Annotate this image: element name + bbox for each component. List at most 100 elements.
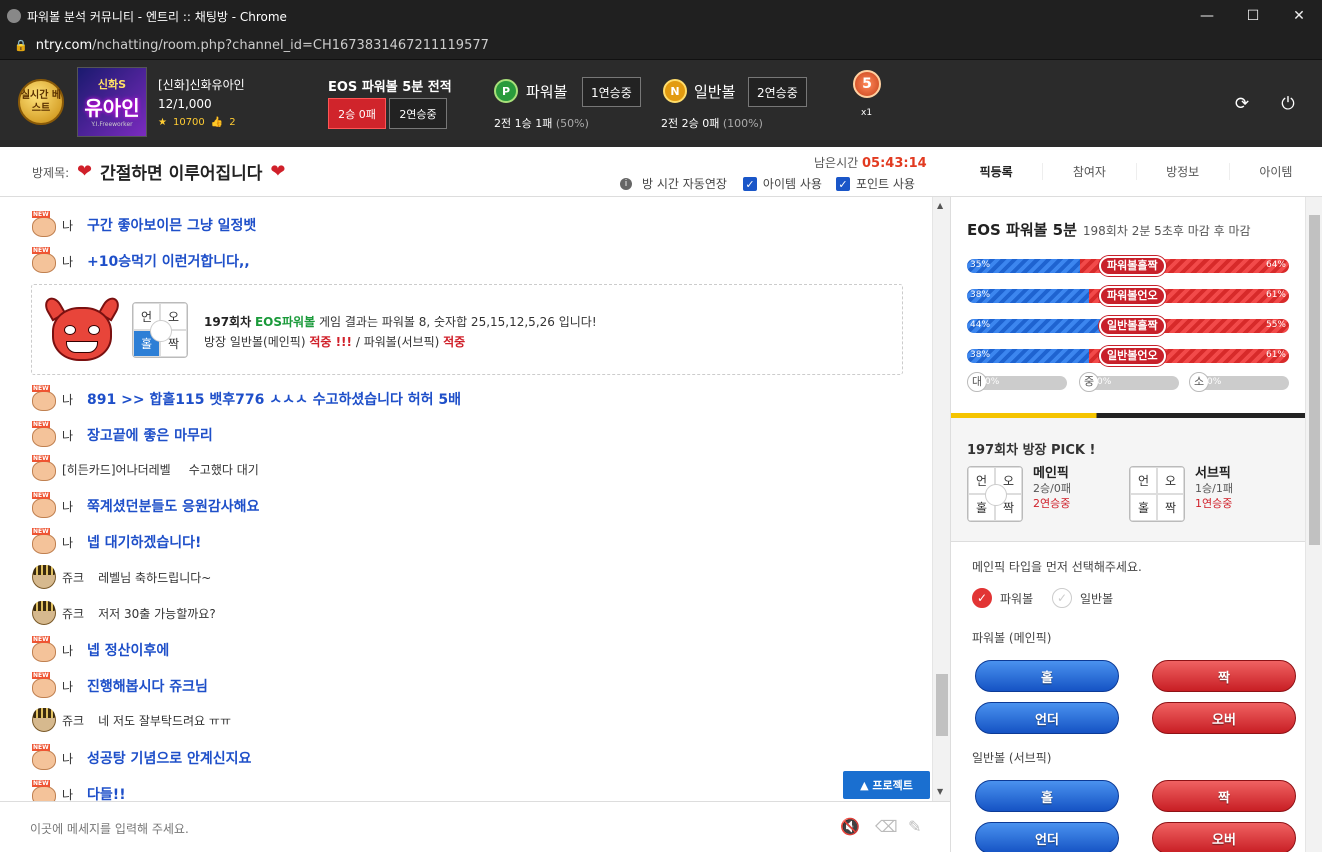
message-author: 나 <box>62 535 74 550</box>
result-main-pick: 방장 일반볼(메인픽) <box>204 335 306 349</box>
message-author: 나 <box>62 499 74 514</box>
chat-scroll-thumb[interactable] <box>936 674 948 736</box>
size-small-pct: 0% <box>1207 377 1222 387</box>
power-icon[interactable]: ⏻ <box>1277 93 1299 115</box>
message-text: 레벨님 축하드립니다~ <box>98 570 212 585</box>
pick-form: 메인픽 타입을 먼저 선택해주세요. ✓ 파워볼 ✓ 일반볼 파워볼 (메인픽) 홀… <box>951 542 1306 852</box>
sub-pick-record: 1승/1패 <box>1195 482 1233 495</box>
message-text: 수고했다 대기 <box>188 462 259 477</box>
point-use-label[interactable]: 포인트 사용 <box>856 175 915 192</box>
message-text: 넵 대기하겠습니다! <box>87 535 202 551</box>
size-large-pct: 0% <box>985 377 1000 387</box>
ratio-label: 일반볼언오 <box>1099 346 1166 366</box>
magic-wand-icon[interactable]: ✎ <box>908 817 921 836</box>
auto-extend-label[interactable]: 방 시간 자동연장 <box>642 175 727 192</box>
powerball-title: 파워볼 <box>526 83 568 101</box>
refresh-icon[interactable]: ⟳ <box>1231 93 1253 115</box>
user-avatar-icon: NEW <box>32 421 56 447</box>
powerball-under-button[interactable]: 언더 <box>975 702 1119 734</box>
tab-participants[interactable]: 참여자 <box>1042 163 1135 180</box>
eos-stats-title: EOS 파워볼 5분 198회차 2분 5초후 마감 후 마감 <box>967 219 1251 240</box>
chat-message: NEW 나 891 >> 합홀115 뱃후776 ㅅㅅㅅ 수고하셨습니다 허허 5배 <box>32 385 461 412</box>
radio-normalball[interactable]: ✓ 일반볼 <box>1052 588 1113 608</box>
chat-message: NEW 나 성공탕 기념으로 안계신지요 <box>32 744 251 771</box>
powerball-odd-button[interactable]: 홀 <box>975 660 1119 692</box>
size-medium-bar: 중 0% <box>1079 372 1179 392</box>
radio-powerball[interactable]: ✓ 파워볼 <box>972 588 1033 608</box>
normalball-record-text: 2전 2승 0패 <box>661 117 720 130</box>
powerball-coin-icon: P <box>494 79 518 103</box>
chat-log[interactable]: NEW 나 구간 좋아보이믄 그냥 일정뱃 NEW 나 +10승먹기 이런거합니다,, … <box>0 197 932 801</box>
thumbs-up-icon: 👍 <box>210 117 224 128</box>
time-left: 남은시간 05:43:14 <box>814 154 927 171</box>
message-input-bar[interactable]: 이곳에 메세지를 입력해 주세요. 🔇 ⌫ ✎ <box>0 801 950 852</box>
message-text: 네 저도 잘부탁드려요 ㅠㅠ <box>98 713 231 728</box>
normalball-over-button[interactable]: 오버 <box>1152 822 1296 852</box>
devil-mascot-icon <box>41 294 123 365</box>
powerball-over-button[interactable]: 오버 <box>1152 702 1296 734</box>
message-author: 쥬크 <box>62 570 85 585</box>
info-icon: i <box>620 177 632 190</box>
user-avatar-icon: NEW <box>32 385 56 411</box>
scroll-up-icon[interactable]: ▲ <box>937 201 943 210</box>
normalball-streak: 2연승중 <box>748 77 807 107</box>
normalball-under-button[interactable]: 언더 <box>975 822 1119 852</box>
normalball-odd-button[interactable]: 홀 <box>975 780 1119 812</box>
host-pick-title: 197회차 방장 PICK ! <box>967 443 1096 458</box>
normalball-title: 일반볼 <box>694 83 736 101</box>
chat-message: NEW [히든카드]어나더레벨 수고했다 대기 <box>32 455 259 482</box>
chat-message: NEW 나 다들!! <box>32 780 126 801</box>
tab-pick[interactable]: 픽등록 <box>950 163 1042 180</box>
normalball-even-button[interactable]: 짝 <box>1152 780 1296 812</box>
avatar-line1: 신화S <box>97 78 127 91</box>
address-bar[interactable]: 🔒 ntry.com/nchatting/room.php?channel_id… <box>0 32 1322 60</box>
user-avatar-icon: NEW <box>32 672 56 698</box>
panel-scrollbar[interactable] <box>1305 197 1322 852</box>
scroll-down-icon[interactable]: ▼ <box>937 787 943 796</box>
result-round: 197회차 <box>204 315 252 329</box>
room-options: i 방 시간 자동연장 ✓ 아이템 사용 ✓ 포인트 사용 <box>620 175 915 192</box>
eraser-icon[interactable]: ⌫ <box>875 817 898 836</box>
minimize-button[interactable]: — <box>1184 0 1230 32</box>
result-text: 197회차 EOS파워볼 게임 결과는 파워볼 8, 숫자합 25,15,12,… <box>204 312 597 352</box>
main-pick-record: 2승/0패 <box>1033 482 1071 495</box>
medal-number: 5 <box>853 70 881 98</box>
mute-icon[interactable]: 🔇 <box>840 817 860 836</box>
tab-room-info[interactable]: 방정보 <box>1135 163 1229 180</box>
chat-message: 쥬크 레벨님 축하드립니다~ <box>32 564 211 590</box>
avatar-line3: Y.I.Freeworker <box>91 121 133 128</box>
grid-odd: 홀 <box>1130 494 1157 521</box>
size-small-bar: 소 0% <box>1189 372 1289 392</box>
message-input[interactable]: 이곳에 메세지를 입력해 주세요. <box>30 820 189 837</box>
ratio-right: 61% <box>1265 350 1286 360</box>
chat-scrollbar[interactable]: ▲ ▼ <box>932 197 950 801</box>
chat-message: NEW 나 쭉계셨던분들도 응원감사해요 <box>32 492 259 519</box>
room-title-text: 간절하면 이루어집니다 <box>100 164 263 184</box>
project-button[interactable]: ▲ 프로젝트 <box>843 771 930 799</box>
message-author: 나 <box>62 751 74 766</box>
user-avatar-icon: NEW <box>32 636 56 662</box>
message-author: 나 <box>62 643 74 658</box>
eos-streak-badge: 2연승중 <box>389 98 447 129</box>
user-avatar-icon: NEW <box>32 455 56 481</box>
message-author: [히든카드]어나더레벨 <box>62 462 171 477</box>
powerball-even-button[interactable]: 짝 <box>1152 660 1296 692</box>
main-pick: 언오홀짝 메인픽 2승/0패 2연승중 <box>967 466 1071 522</box>
item-use-label[interactable]: 아이템 사용 <box>763 175 822 192</box>
host-avatar[interactable]: 신화S 유아인 Y.I.Freeworker <box>77 67 147 137</box>
normalball-sub-section: 일반볼 (서브픽) <box>972 751 1052 765</box>
point-use-checkbox[interactable]: ✓ <box>835 176 850 191</box>
item-use-checkbox[interactable]: ✓ <box>742 176 757 191</box>
juke-avatar-icon <box>32 565 56 589</box>
maximize-button[interactable]: ☐ <box>1230 0 1276 32</box>
check-icon: ✓ <box>972 588 992 608</box>
message-text: 저저 30출 가능할까요? <box>98 606 216 621</box>
panel-scroll-thumb[interactable] <box>1309 215 1320 545</box>
tab-items[interactable]: 아이템 <box>1228 163 1322 180</box>
host-name[interactable]: [신화]신화유아인 <box>158 76 245 93</box>
ratio-label: 일반볼홀짝 <box>1099 316 1166 336</box>
close-button[interactable]: ✕ <box>1276 0 1322 32</box>
sub-pick: 언오홀짝 서브픽 1승/1패 1연승중 <box>1129 466 1233 522</box>
best-badge: 실시간 베스트 <box>18 79 64 125</box>
powerball-record: 2전 1승 1패 (50%) <box>494 115 589 131</box>
